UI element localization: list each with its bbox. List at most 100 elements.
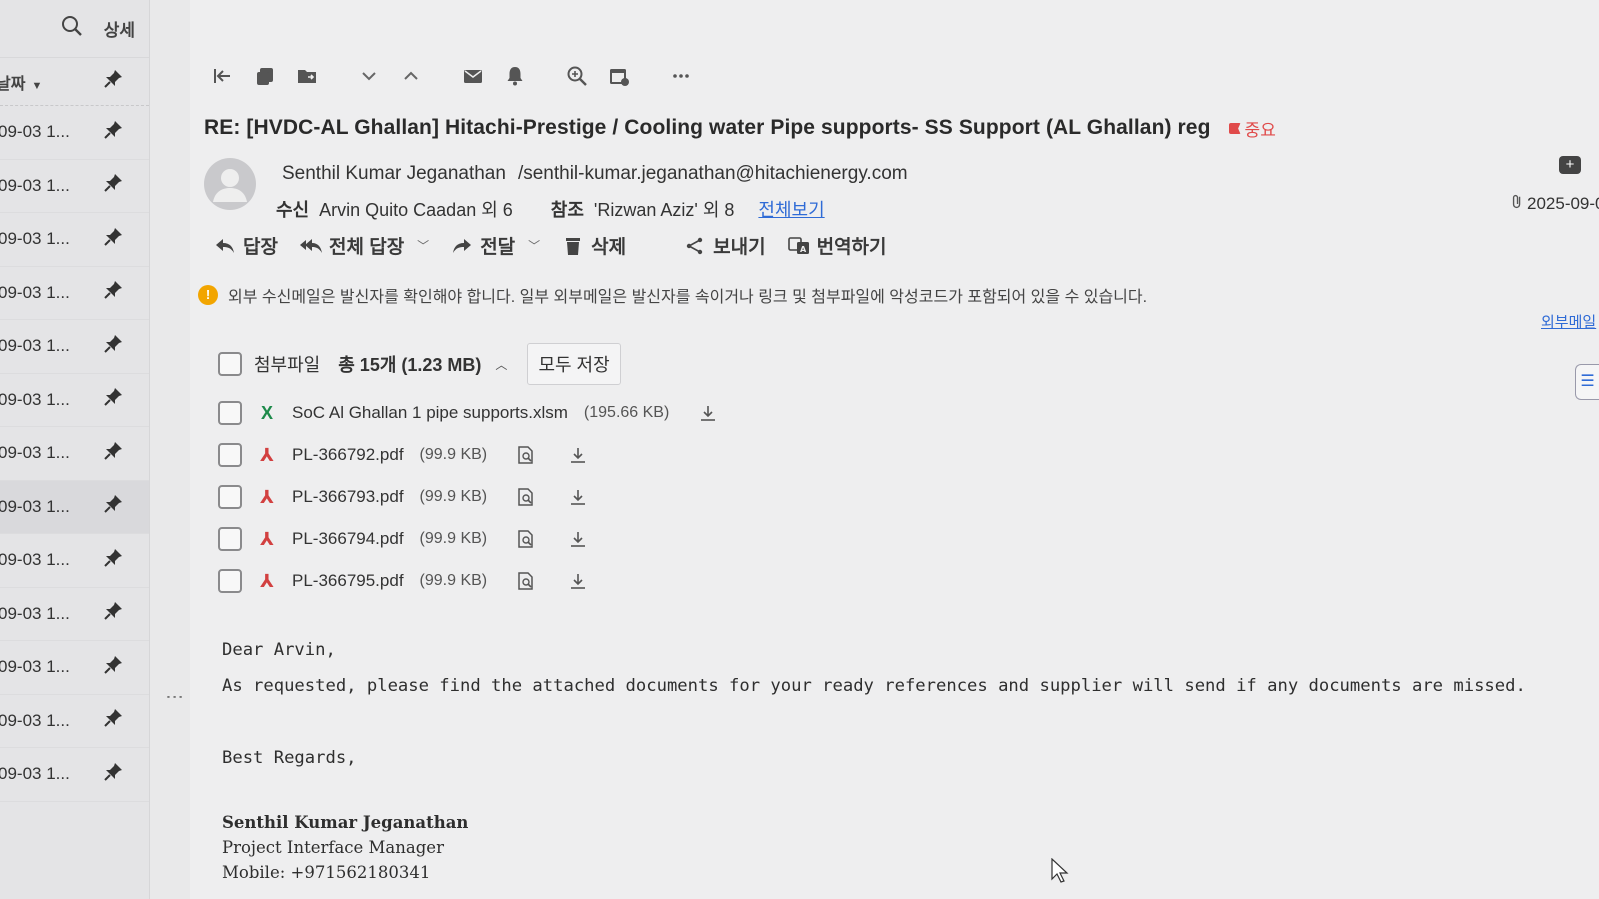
attachment-name[interactable]: PL-366792.pdf — [292, 445, 404, 465]
chevron-up-icon[interactable]: ︿ — [495, 356, 507, 373]
search-icon[interactable] — [60, 14, 84, 43]
reply-icon — [216, 238, 234, 253]
list-item[interactable]: 09-03 1... — [0, 534, 149, 588]
download-icon — [571, 448, 586, 463]
side-menu-button[interactable]: ☰ — [1575, 364, 1599, 400]
attachment-name[interactable]: PL-366795.pdf — [292, 571, 404, 591]
preview-button[interactable] — [513, 442, 539, 468]
attachment-checkbox[interactable] — [218, 527, 242, 551]
add-contact-button[interactable]: + — [1559, 156, 1581, 174]
pin-icon[interactable] — [103, 601, 123, 626]
pin-icon[interactable] — [103, 387, 123, 412]
pin-icon[interactable] — [103, 762, 123, 787]
reply-all-button[interactable]: 전체 답장 ﹀ — [299, 232, 429, 259]
attachment-name[interactable]: SoC Al Ghallan 1 pipe supports.xlsm — [292, 403, 568, 423]
list-item[interactable]: 09-03 1... — [0, 320, 149, 374]
download-button[interactable] — [565, 442, 591, 468]
attachment-checkbox[interactable] — [218, 485, 242, 509]
pin-icon[interactable] — [103, 708, 123, 733]
preview-icon — [518, 572, 533, 590]
forward-button[interactable]: 전달 ﹀ — [451, 232, 540, 259]
attachment-checkbox[interactable] — [218, 401, 242, 425]
zoom-in-icon — [567, 66, 587, 86]
mail-toolbar — [202, 60, 702, 92]
pane-splitter[interactable]: ⋮ — [165, 688, 185, 706]
cc-value[interactable]: 'Rizwan Aziz' 외 8 — [594, 196, 734, 222]
more-button[interactable] — [660, 60, 702, 92]
list-item[interactable]: 09-03 1... — [0, 641, 149, 695]
preview-button[interactable] — [513, 484, 539, 510]
pin-icon[interactable] — [103, 173, 123, 198]
pin-icon[interactable] — [103, 120, 123, 145]
download-button[interactable] — [565, 568, 591, 594]
attachment-item: ⅄ PL-366793.pdf (99.9 KB) — [218, 476, 721, 518]
pin-icon[interactable] — [103, 548, 123, 573]
view-all-link[interactable]: 전체보기 — [758, 196, 824, 222]
chevron-down-icon[interactable]: ﹀ — [528, 237, 540, 254]
mark-read-button[interactable] — [452, 60, 494, 92]
sender-email[interactable]: /senthil-kumar.jeganathan@hitachienergy.… — [518, 163, 908, 184]
translate-button[interactable]: A 번역하기 — [787, 232, 887, 259]
sort-dropdown[interactable]: 날짜 ▼ — [0, 70, 42, 94]
recipients-row: 수신 Arvin Quito Caadan 외 6 참조 'Rizwan Azi… — [276, 196, 825, 222]
pin-icon[interactable] — [103, 334, 123, 359]
notify-button[interactable] — [494, 60, 536, 92]
attachment-checkbox[interactable] — [218, 443, 242, 467]
next-mail-button[interactable] — [348, 60, 390, 92]
important-badge[interactable]: 중요 — [1228, 116, 1276, 141]
zoom-button[interactable] — [556, 60, 598, 92]
sender-name[interactable]: Senthil Kumar Jeganathan — [282, 163, 506, 184]
pin-icon[interactable] — [103, 494, 123, 519]
calendar-button[interactable] — [598, 60, 640, 92]
external-mail-link[interactable]: 외부메일 — [1541, 311, 1599, 332]
list-item[interactable]: 09-03 1... — [0, 106, 149, 160]
list-item[interactable]: 09-03 1... — [0, 267, 149, 320]
download-icon — [701, 406, 716, 421]
prev-mail-button[interactable] — [390, 60, 432, 92]
list-item[interactable]: 09-03 1... — [0, 427, 149, 481]
list-item[interactable]: 09-03 1... — [0, 213, 149, 267]
attachment-list: X SoC Al Ghallan 1 pipe supports.xlsm (195… — [218, 392, 721, 602]
list-item[interactable]: 09-03 1... — [0, 748, 149, 802]
share-icon — [686, 237, 703, 254]
save-all-button[interactable]: 모두 저장 — [527, 343, 621, 385]
select-all-attachments-checkbox[interactable] — [218, 352, 242, 376]
warning-icon: ! — [198, 285, 218, 305]
attachment-checkbox[interactable] — [218, 569, 242, 593]
delete-button[interactable]: 삭제 — [562, 232, 626, 259]
list-item-date: 09-03 1... — [0, 175, 70, 195]
paperclip-icon — [1511, 193, 1523, 214]
download-button[interactable] — [565, 484, 591, 510]
body-line: As requested, please find the attached d… — [222, 676, 1526, 696]
preview-button[interactable] — [513, 568, 539, 594]
list-item[interactable]: 09-03 1... — [0, 160, 149, 213]
to-value[interactable]: Arvin Quito Caadan 외 6 — [319, 196, 513, 222]
reply-button[interactable]: 답장 — [214, 232, 278, 259]
chevron-down-icon[interactable]: ﹀ — [417, 237, 429, 254]
download-button[interactable] — [695, 400, 721, 426]
attachment-item: ⅄ PL-366792.pdf (99.9 KB) — [218, 434, 721, 476]
preview-button[interactable] — [513, 526, 539, 552]
forward-label: 전달 — [480, 237, 516, 258]
cc-label: 참조 — [550, 200, 584, 220]
detail-button[interactable]: 상세 — [104, 16, 135, 41]
collapse-pane-button[interactable] — [202, 60, 244, 92]
copy-button[interactable] — [244, 60, 286, 92]
pin-icon[interactable] — [103, 227, 123, 252]
download-button[interactable] — [565, 526, 591, 552]
pin-icon[interactable] — [103, 280, 123, 305]
pin-icon[interactable] — [103, 441, 123, 466]
list-item[interactable]: 09-03 1... — [0, 480, 149, 534]
attachments-header: 첨부파일 총 15개 (1.23 MB) ︿ 모두 저장 — [218, 343, 621, 385]
move-folder-button[interactable] — [286, 60, 328, 92]
pin-icon[interactable] — [103, 69, 123, 94]
external-mail-warning: ! 외부 수신메일은 발신자를 확인해야 합니다. 일부 외부메일은 발신자를 … — [198, 283, 1147, 307]
attachment-name[interactable]: PL-366794.pdf — [292, 529, 404, 549]
attachment-name[interactable]: PL-366793.pdf — [292, 487, 404, 507]
send-button[interactable]: 보내기 — [684, 232, 766, 259]
list-item[interactable]: 09-03 1... — [0, 695, 149, 748]
mail-body: Dear Arvin, As requested, please find th… — [222, 632, 1526, 776]
list-item[interactable]: 09-03 1... — [0, 374, 149, 427]
list-item[interactable]: 09-03 1... — [0, 588, 149, 641]
pin-icon[interactable] — [103, 655, 123, 680]
